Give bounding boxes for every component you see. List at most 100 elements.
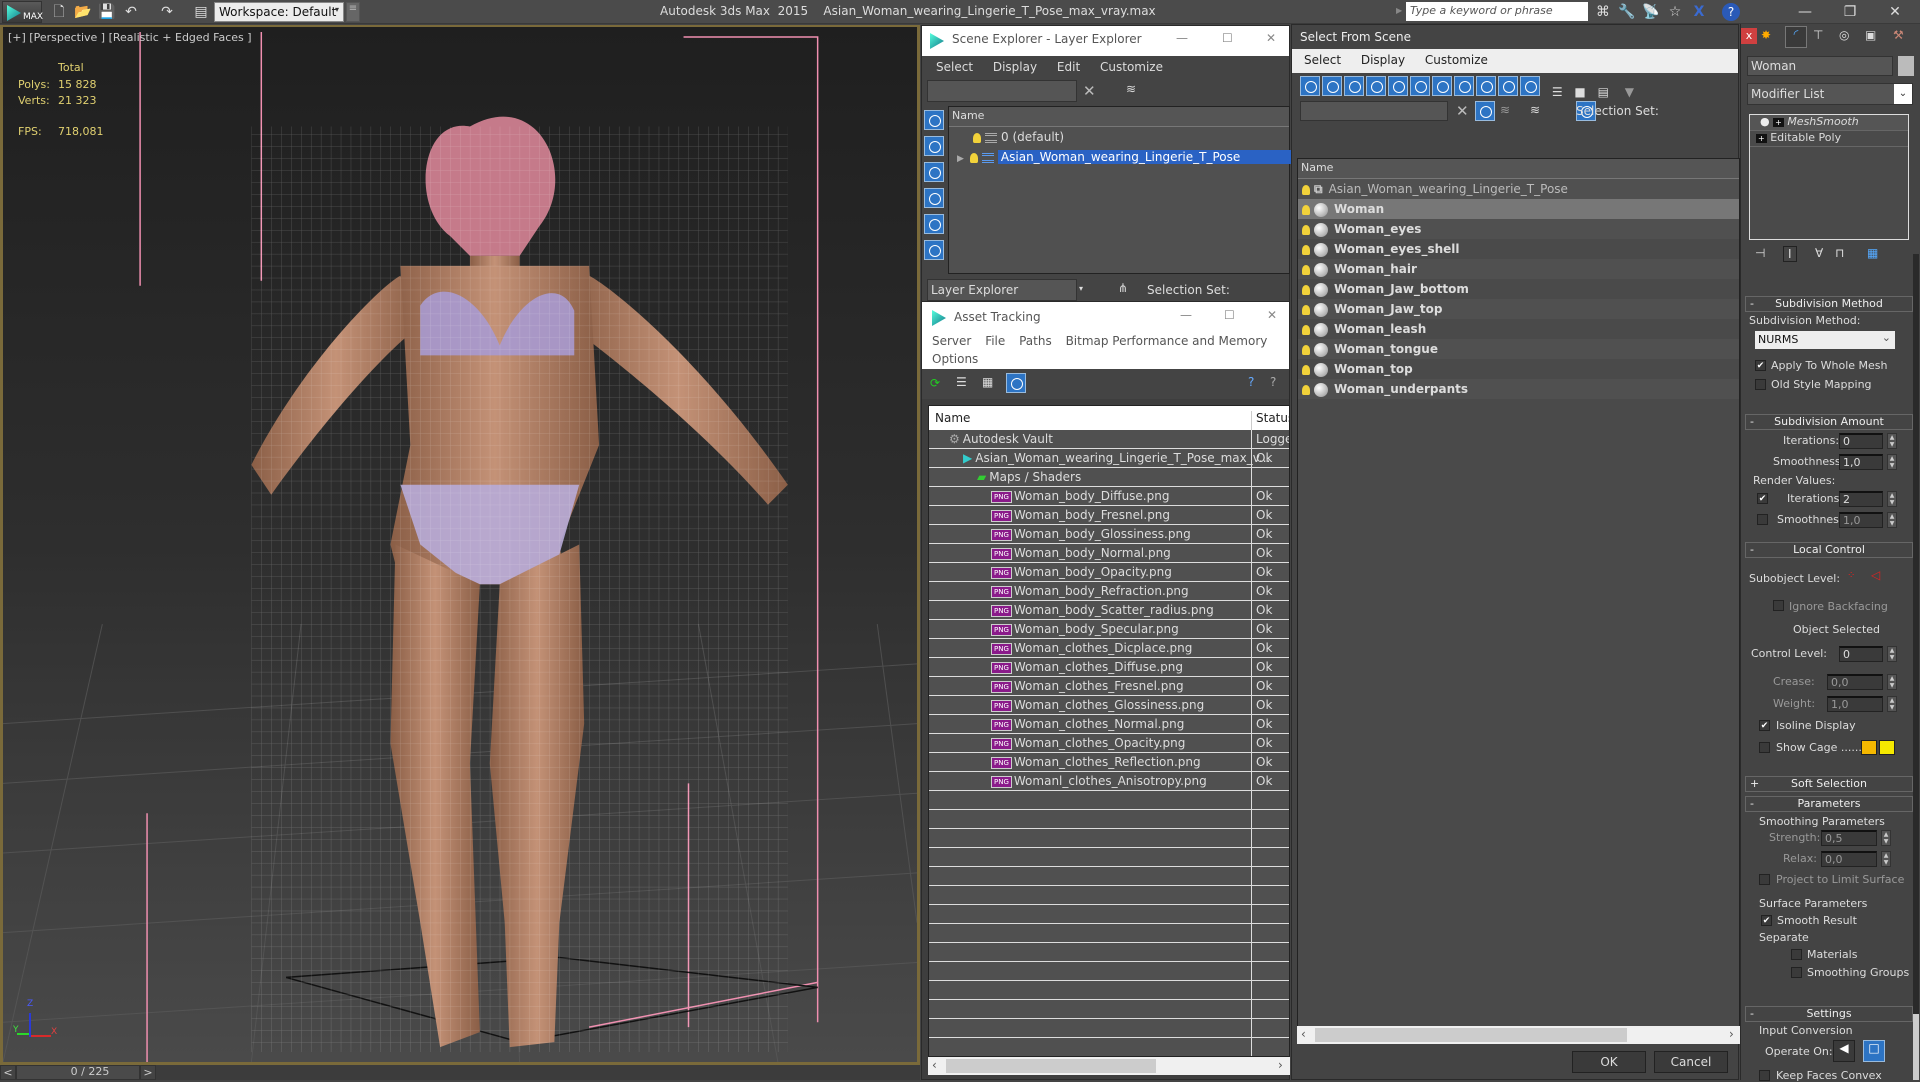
- clear-filter-icon[interactable]: ✕: [1456, 102, 1469, 120]
- spacewarps-filter-icon[interactable]: [1410, 76, 1430, 96]
- visibility-bulb-icon[interactable]: [1302, 364, 1310, 375]
- column-header-name[interactable]: Name: [1298, 159, 1739, 179]
- list-view-icon[interactable]: ☰: [956, 375, 967, 389]
- search-expand-icon[interactable]: ▶: [1396, 6, 1402, 15]
- menu-select[interactable]: Select: [1304, 53, 1341, 67]
- spacewarps-filter-icon[interactable]: [924, 240, 944, 260]
- expand-icon[interactable]: +: [1756, 134, 1767, 143]
- select-invert-icon[interactable]: ▤: [1598, 85, 1609, 99]
- menu-customize[interactable]: Customize: [1100, 60, 1163, 74]
- subdivision-amount-header[interactable]: - Subdivision Amount: [1745, 414, 1913, 430]
- object-row[interactable]: Woman_Jaw_top: [1298, 299, 1739, 319]
- shapes-filter-icon[interactable]: [1322, 76, 1342, 96]
- select-from-scene-titlebar[interactable]: Select From Scene: [1292, 25, 1738, 49]
- scroll-right-icon[interactable]: ›: [1278, 1058, 1283, 1072]
- menu-bitmap-performance[interactable]: Bitmap Performance and Memory: [1066, 334, 1268, 348]
- column-header-name[interactable]: Name: [949, 107, 1289, 127]
- lights-filter-icon[interactable]: [1344, 76, 1364, 96]
- asset-row[interactable]: PNG Woman_body_Diffuse.png Ok: [929, 487, 1289, 506]
- asset-row[interactable]: PNG Woman_clothes_Glossiness.png Ok: [929, 696, 1289, 715]
- visibility-bulb-icon[interactable]: [1302, 264, 1310, 275]
- control-level-spinner[interactable]: 0: [1839, 646, 1883, 662]
- select-filter-input[interactable]: [1300, 101, 1448, 121]
- key-icon[interactable]: 🔧: [1616, 2, 1638, 22]
- helpers-filter-icon[interactable]: [924, 214, 944, 234]
- viewport-label[interactable]: [+] [Perspective ] [Realistic + Edged Fa…: [8, 31, 252, 44]
- layer-add-icon[interactable]: ≋: [1126, 82, 1136, 96]
- help-icon[interactable]: ?: [1248, 375, 1254, 389]
- object-row[interactable]: Woman_top: [1298, 359, 1739, 379]
- filter-icon[interactable]: [1475, 101, 1495, 121]
- old-style-mapping-checkbox[interactable]: [1755, 379, 1766, 390]
- object-row[interactable]: Woman_hair: [1298, 259, 1739, 279]
- relax-spinner[interactable]: 0,0: [1821, 851, 1877, 867]
- x-icon[interactable]: X: [1688, 2, 1710, 22]
- settings-header[interactable]: - Settings: [1745, 1006, 1913, 1022]
- layers-icon[interactable]: ≋: [1530, 103, 1540, 117]
- geometry-filter-icon[interactable]: [1300, 76, 1320, 96]
- visibility-bulb-icon[interactable]: [1302, 184, 1310, 195]
- pin-stack-icon[interactable]: ⊣: [1755, 246, 1765, 260]
- search-input[interactable]: Type a keyword or phrase: [1406, 2, 1588, 21]
- groups-filter-icon[interactable]: [1432, 76, 1452, 96]
- operate-on-polygons-icon[interactable]: □: [1863, 1040, 1885, 1062]
- frozen-filter-icon[interactable]: [1520, 76, 1540, 96]
- maximize-button[interactable]: ☐: [1224, 308, 1235, 322]
- menu-options[interactable]: Options: [932, 352, 978, 366]
- asset-row[interactable]: PNG Woman_body_Opacity.png Ok: [929, 563, 1289, 582]
- shapes-filter-icon[interactable]: [924, 136, 944, 156]
- utilities-tab-icon[interactable]: ⚒: [1893, 28, 1904, 42]
- time-slider[interactable]: < 0 / 225 0 / 225 >: [0, 1065, 920, 1080]
- scrollbar-thumb[interactable]: [1913, 1014, 1919, 1080]
- geometry-filter-icon[interactable]: [924, 110, 944, 130]
- scroll-right-icon[interactable]: ›: [1729, 1027, 1734, 1041]
- motion-tab-icon[interactable]: ◎: [1839, 28, 1849, 42]
- next-frame-button[interactable]: >: [140, 1065, 156, 1080]
- asset-row[interactable]: PNG Woman_clothes_Opacity.png Ok: [929, 734, 1289, 753]
- render-smoothness-checkbox[interactable]: [1757, 514, 1768, 525]
- show-cage-checkbox[interactable]: [1759, 742, 1770, 753]
- asset-row[interactable]: PNG Woman_clothes_Reflection.png Ok: [929, 753, 1289, 772]
- edge-subobject-icon[interactable]: ◁: [1871, 568, 1880, 582]
- asset-tracking-title[interactable]: Asset Tracking: [954, 310, 1041, 324]
- maximize-button[interactable]: ☐: [1222, 31, 1233, 45]
- apply-whole-mesh-checkbox[interactable]: ✔: [1755, 360, 1766, 371]
- visibility-bulb-icon[interactable]: [1302, 244, 1310, 255]
- hierarchy-tab-icon[interactable]: ⊤: [1813, 28, 1823, 42]
- render-smoothness-spinner[interactable]: 1,0: [1839, 512, 1883, 528]
- visibility-bulb-icon[interactable]: [1302, 384, 1310, 395]
- xrefs-filter-icon[interactable]: [1454, 76, 1474, 96]
- operate-on-faces-icon[interactable]: ◀: [1833, 1040, 1855, 1062]
- spinner-arrows-icon[interactable]: ▲ ▼: [1887, 696, 1897, 712]
- asset-row[interactable]: PNG Woman_clothes_Diffuse.png Ok: [929, 658, 1289, 677]
- redo-icon[interactable]: ↷: [158, 3, 176, 21]
- spinner-arrows-icon[interactable]: ▲ ▼: [1887, 491, 1897, 507]
- minimize-button[interactable]: —: [1790, 2, 1820, 22]
- spinner-arrows-icon[interactable]: ▲ ▼: [1887, 674, 1897, 690]
- visibility-bulb-icon[interactable]: [1302, 304, 1310, 315]
- helpers-filter-icon[interactable]: [1388, 76, 1408, 96]
- modify-tab-icon[interactable]: ◜: [1785, 26, 1807, 48]
- smoothing-groups-checkbox[interactable]: [1791, 967, 1802, 978]
- show-end-result-icon[interactable]: I: [1783, 246, 1797, 262]
- smooth-result-checkbox[interactable]: ✔: [1761, 915, 1772, 926]
- lightbulb-icon[interactable]: ●: [1760, 115, 1770, 128]
- crease-spinner[interactable]: 0,0: [1827, 674, 1883, 690]
- close-button[interactable]: ✕: [1266, 31, 1276, 45]
- prev-frame-button[interactable]: <: [0, 1065, 16, 1080]
- spinner-arrows-icon[interactable]: ▲ ▼: [1881, 830, 1891, 846]
- ignore-backfacing-checkbox[interactable]: [1773, 600, 1784, 611]
- satellite-icon[interactable]: 📡: [1640, 2, 1662, 22]
- iterations-spinner[interactable]: 0: [1839, 433, 1883, 449]
- menu-server[interactable]: Server: [932, 334, 971, 348]
- minimize-button[interactable]: —: [1176, 31, 1188, 45]
- vertex-subobject-icon[interactable]: ⁘: [1847, 570, 1855, 581]
- asset-row[interactable]: ▰ Maps / Shaders: [929, 468, 1289, 487]
- containers-filter-icon[interactable]: [1498, 76, 1518, 96]
- workspace-more-button[interactable]: ≡: [346, 2, 360, 22]
- isoline-display-checkbox[interactable]: ✔: [1759, 720, 1770, 731]
- visibility-bulb-icon[interactable]: [969, 152, 978, 163]
- object-row[interactable]: Woman_eyes: [1298, 219, 1739, 239]
- object-row[interactable]: Woman_leash: [1298, 319, 1739, 339]
- modifier-list-dropdown[interactable]: Modifier List ⌄: [1747, 83, 1913, 105]
